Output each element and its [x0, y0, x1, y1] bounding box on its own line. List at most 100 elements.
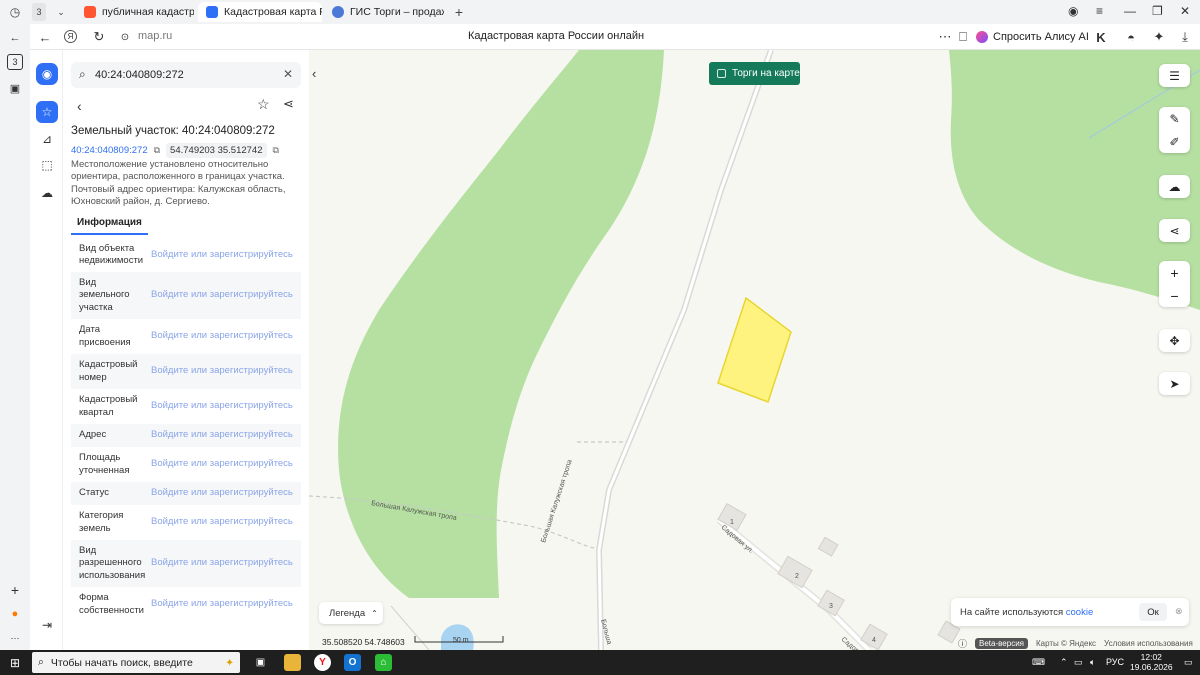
- reload-icon[interactable]: ↻: [90, 28, 108, 46]
- tray-up-chevron-icon[interactable]: ⌃: [1060, 657, 1068, 668]
- torgi-on-map-toggle[interactable]: Торги на карте: [709, 62, 800, 85]
- login-link[interactable]: Войдите или зарегистрируйтесь: [143, 330, 301, 343]
- legend-button[interactable]: Легенда ⌃: [319, 602, 383, 624]
- extension-k-icon[interactable]: K: [1092, 28, 1110, 46]
- task-view-icon[interactable]: ▣: [252, 654, 269, 671]
- tab-count-badge[interactable]: 3: [32, 3, 46, 21]
- login-link[interactable]: Войдите или зарегистрируйтесь: [143, 557, 301, 570]
- zoom-out-icon[interactable]: −: [1159, 284, 1190, 307]
- info-icon[interactable]: ⓘ: [958, 637, 967, 650]
- windows-start-icon[interactable]: ⊞: [10, 656, 20, 670]
- language-indicator[interactable]: РУС: [1106, 657, 1124, 667]
- extensions-puzzle-icon[interactable]: ✦: [1150, 28, 1168, 46]
- cookie-banner: На сайте используются cookie Ок ⊗: [951, 598, 1189, 626]
- favorites-star-icon[interactable]: ☆: [36, 101, 58, 123]
- site-info-icon[interactable]: ⊙: [116, 28, 134, 46]
- login-link[interactable]: Войдите или зарегистрируйтесь: [143, 458, 301, 471]
- gallery-icon[interactable]: ▣: [7, 80, 23, 96]
- beta-badge: Beta-версия: [975, 638, 1028, 649]
- search-input[interactable]: [95, 66, 275, 84]
- tab-cadastral-search[interactable]: публичная кадастровая к: [76, 2, 194, 22]
- selection-icon[interactable]: ⬚: [36, 154, 58, 176]
- table-row: Вид земельного участка Войдите или зареги…: [71, 272, 301, 319]
- login-link[interactable]: Войдите или зарегистрируйтесь: [143, 487, 301, 500]
- file-explorer-icon[interactable]: [284, 654, 301, 671]
- ask-alice-button[interactable]: Спросить Алису AI: [976, 27, 1089, 47]
- tab-information[interactable]: Информация: [71, 217, 148, 235]
- history-icon[interactable]: [7, 12, 23, 28]
- taskbar-search-placeholder: Чтобы начать поиск, введите: [50, 656, 193, 669]
- bookmarks-icon[interactable]: [7, 30, 23, 46]
- new-tab-button[interactable]: +: [450, 3, 468, 21]
- more-dots-icon[interactable]: ⋯: [936, 28, 954, 46]
- tab-list-chevron-icon[interactable]: ⌄: [52, 3, 70, 21]
- attribution-text: Карты © Яндекс: [1036, 639, 1097, 648]
- layers-icon[interactable]: ☰: [1159, 64, 1190, 87]
- cookie-ok-button[interactable]: Ок: [1139, 603, 1167, 621]
- parcel-panel: ⌕ ✕ ‹ ☆ ⋖ Земельный участок: 40:24:04080…: [63, 50, 309, 650]
- map-layers-icon[interactable]: ⊿: [36, 128, 58, 150]
- terms-link[interactable]: Условия использования: [1104, 639, 1193, 648]
- side-badge[interactable]: 3: [7, 54, 23, 70]
- outlook-icon[interactable]: O: [344, 654, 361, 671]
- favorite-star-icon[interactable]: ☆: [257, 96, 270, 113]
- wallet-icon[interactable]: ●: [7, 606, 23, 622]
- tab-cadastral-map[interactable]: Кадастровая карта Рос ✕: [198, 2, 322, 22]
- clear-search-icon[interactable]: ✕: [283, 67, 293, 81]
- more-icon[interactable]: ⋯: [7, 630, 23, 646]
- volume-icon[interactable]: 🔈︎: [1090, 657, 1095, 668]
- yandex-browser-icon[interactable]: Y: [314, 654, 331, 671]
- copy-icon[interactable]: ⧉: [154, 145, 160, 156]
- keyboard-tray-icon[interactable]: ⌨: [1032, 657, 1045, 668]
- zoom-in-icon[interactable]: +: [1159, 261, 1190, 284]
- login-link[interactable]: Войдите или зарегистрируйтесь: [143, 429, 301, 442]
- cadastral-number-link[interactable]: 40:24:040809:272: [71, 145, 148, 156]
- move-icon[interactable]: ✥: [1159, 329, 1190, 352]
- cookie-close-icon[interactable]: ⊗: [1175, 606, 1183, 617]
- row-key: Адрес: [79, 429, 107, 441]
- share-icon[interactable]: ⋖: [283, 96, 294, 112]
- edit-icon[interactable]: ✐: [1159, 130, 1190, 153]
- back-chevron-icon[interactable]: ‹: [77, 98, 82, 114]
- collapse-panel-chevron-icon[interactable]: ‹: [312, 66, 316, 81]
- share-map-icon[interactable]: ⋖: [1159, 219, 1190, 242]
- login-link[interactable]: Войдите или зарегистрируйтесь: [143, 400, 301, 413]
- url-text[interactable]: map.ru: [138, 30, 172, 42]
- profile-icon[interactable]: ◉: [1068, 4, 1078, 18]
- search-icon: ⌕: [38, 656, 44, 668]
- cloud-icon[interactable]: ☁: [36, 182, 58, 204]
- cloud-upload-icon[interactable]: ☁: [1159, 175, 1190, 198]
- map-canvas[interactable]: Большая Калужская тропа Большая Калужска…: [309, 50, 1200, 650]
- taskbar-search-box[interactable]: ⌕ Чтобы начать поиск, введите ✦: [32, 652, 240, 673]
- add-panel-icon[interactable]: +: [7, 582, 23, 598]
- login-link[interactable]: Войдите или зарегистрируйтесь: [143, 365, 301, 378]
- back-button[interactable]: ←: [36, 28, 54, 46]
- network-icon[interactable]: ▭: [1074, 657, 1083, 668]
- clock[interactable]: 12:02 19.06.2026: [1130, 652, 1173, 672]
- maximize-icon[interactable]: ❐: [1152, 4, 1163, 18]
- yandex-icon[interactable]: Я: [64, 30, 77, 43]
- ruler-icon[interactable]: ✎: [1159, 107, 1190, 130]
- login-link[interactable]: Войдите или зарегистрируйтесь: [143, 516, 301, 529]
- close-window-icon[interactable]: ✕: [1180, 4, 1190, 18]
- notifications-icon[interactable]: ▭: [1184, 657, 1193, 668]
- cookie-link[interactable]: cookie: [1066, 607, 1093, 618]
- login-link[interactable]: Войдите или зарегистрируйтесь: [143, 598, 301, 611]
- app-logo-icon[interactable]: ◉: [36, 63, 58, 85]
- login-link[interactable]: Войдите или зарегистрируйтесь: [143, 249, 301, 262]
- minimize-icon[interactable]: —: [1124, 4, 1136, 18]
- tab-gis-torgi[interactable]: ГИС Торги – продажи гос: [324, 2, 444, 22]
- downloads-icon[interactable]: ⤓: [1176, 28, 1194, 46]
- bookmark-icon[interactable]: ⎕: [954, 28, 972, 46]
- login-link[interactable]: Войдите или зарегистрируйтесь: [143, 289, 301, 302]
- menu-icon[interactable]: ≡: [1096, 4, 1103, 18]
- page-title: Кадастровая карта России онлайн: [468, 30, 645, 42]
- table-row: Адрес Войдите или зарегистрируйтесь: [71, 424, 301, 447]
- copy-icon[interactable]: ⧉: [273, 145, 279, 156]
- row-key: Вид разрешенного использования: [79, 544, 146, 581]
- login-icon[interactable]: ⇥: [36, 614, 58, 636]
- cookie-text: На сайте используются cookie: [960, 607, 1094, 618]
- geolocation-arrow-icon[interactable]: ➤: [1159, 372, 1190, 395]
- extension-hat-icon[interactable]: ◓: [1122, 28, 1140, 46]
- home-app-icon[interactable]: ⌂: [375, 654, 392, 671]
